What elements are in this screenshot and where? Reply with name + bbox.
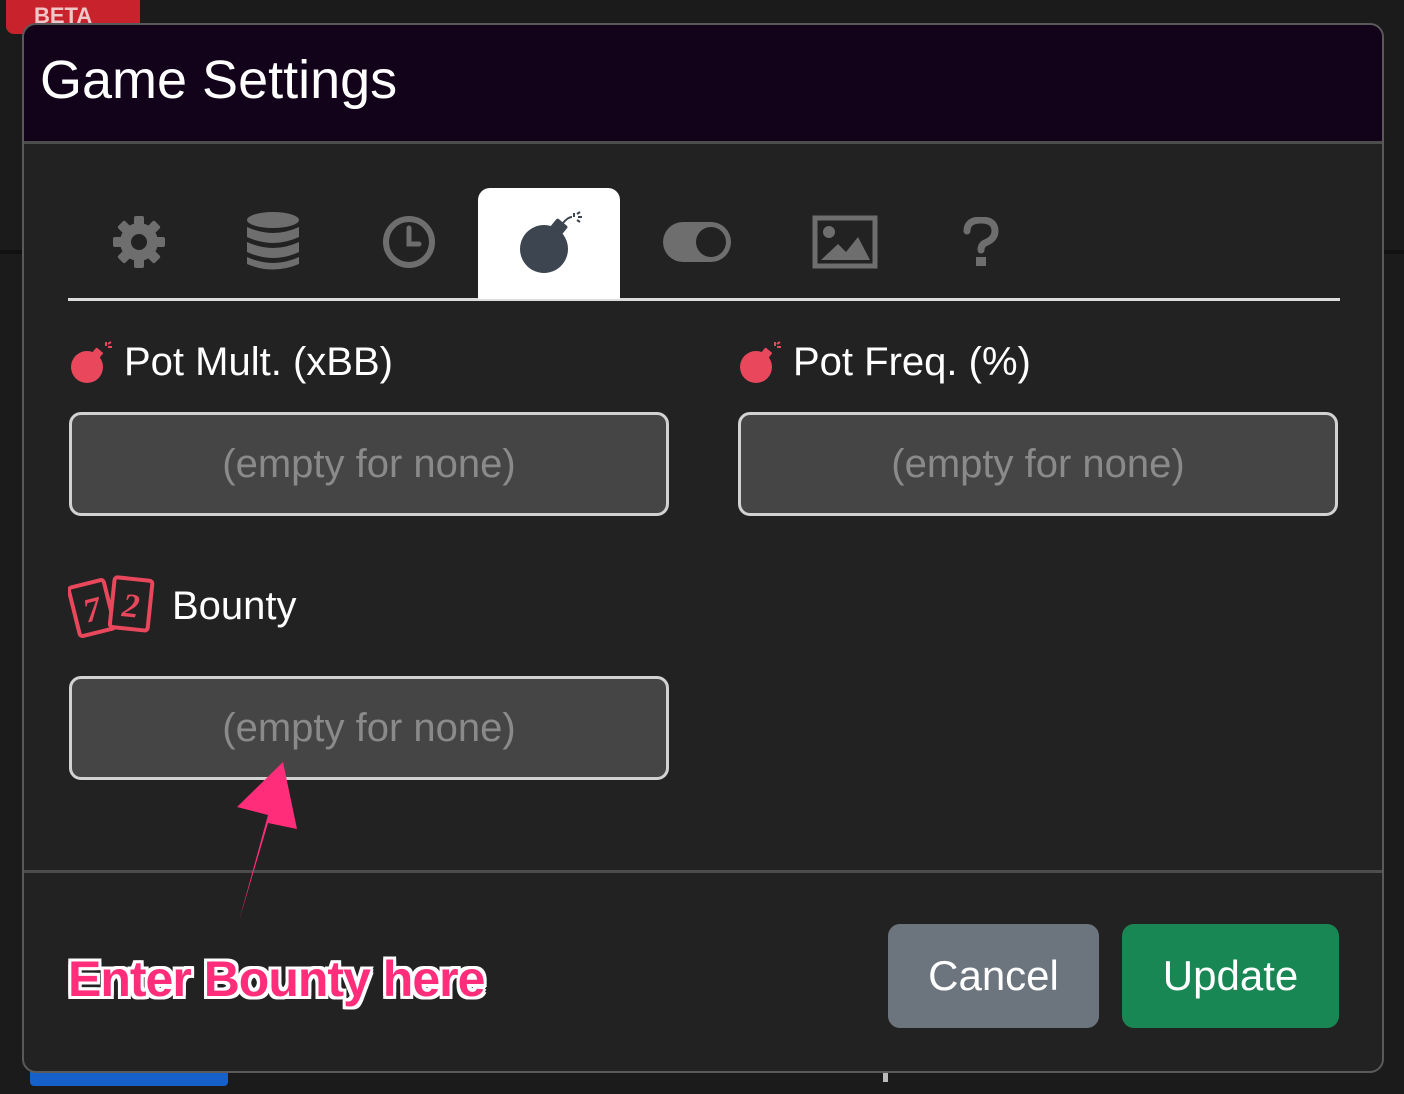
- card-7-text: 7: [80, 590, 107, 630]
- tab-general[interactable]: [68, 188, 210, 296]
- tab-images[interactable]: [774, 188, 916, 296]
- game-settings-modal: Game Settings Pot Mult. (xBB) (empty for…: [22, 23, 1384, 1073]
- annotation-text: Enter Bounty here: [68, 951, 485, 1007]
- gear-icon: [113, 216, 165, 268]
- bomb-icon: [520, 210, 582, 273]
- pot-freq-label-text: Pot Freq. (%): [793, 340, 1031, 384]
- bounty-label: 7 2 Bounty: [68, 573, 297, 639]
- cancel-button[interactable]: Cancel: [888, 924, 1099, 1028]
- question-icon: [963, 217, 999, 266]
- bomb-icon: [71, 340, 112, 383]
- clock-icon: [383, 216, 435, 268]
- modal-header: Game Settings: [24, 25, 1382, 144]
- pot-mult-input[interactable]: [69, 412, 669, 516]
- image-icon: [812, 215, 878, 269]
- tab-help[interactable]: [910, 188, 1052, 296]
- pot-freq-label: Pot Freq. (%): [737, 340, 1031, 385]
- pot-mult-label-text: Pot Mult. (xBB): [124, 340, 393, 384]
- update-button[interactable]: Update: [1122, 924, 1339, 1028]
- bounty-input[interactable]: [69, 676, 669, 780]
- toggle-icon: [663, 222, 731, 262]
- bounty-label-text: Bounty: [172, 583, 297, 628]
- database-icon: [247, 212, 299, 270]
- tab-bomb-pot[interactable]: [478, 188, 620, 299]
- pot-freq-input[interactable]: [738, 412, 1338, 516]
- tab-timer[interactable]: [338, 188, 480, 296]
- modal-title: Game Settings: [40, 50, 398, 110]
- tab-chips[interactable]: [202, 188, 344, 296]
- settings-tabs: [68, 188, 1340, 301]
- tab-toggles[interactable]: [626, 188, 768, 296]
- cards-72-icon: 7 2: [68, 575, 155, 639]
- bomb-icon: [740, 340, 781, 383]
- pot-mult-label: Pot Mult. (xBB): [68, 340, 393, 385]
